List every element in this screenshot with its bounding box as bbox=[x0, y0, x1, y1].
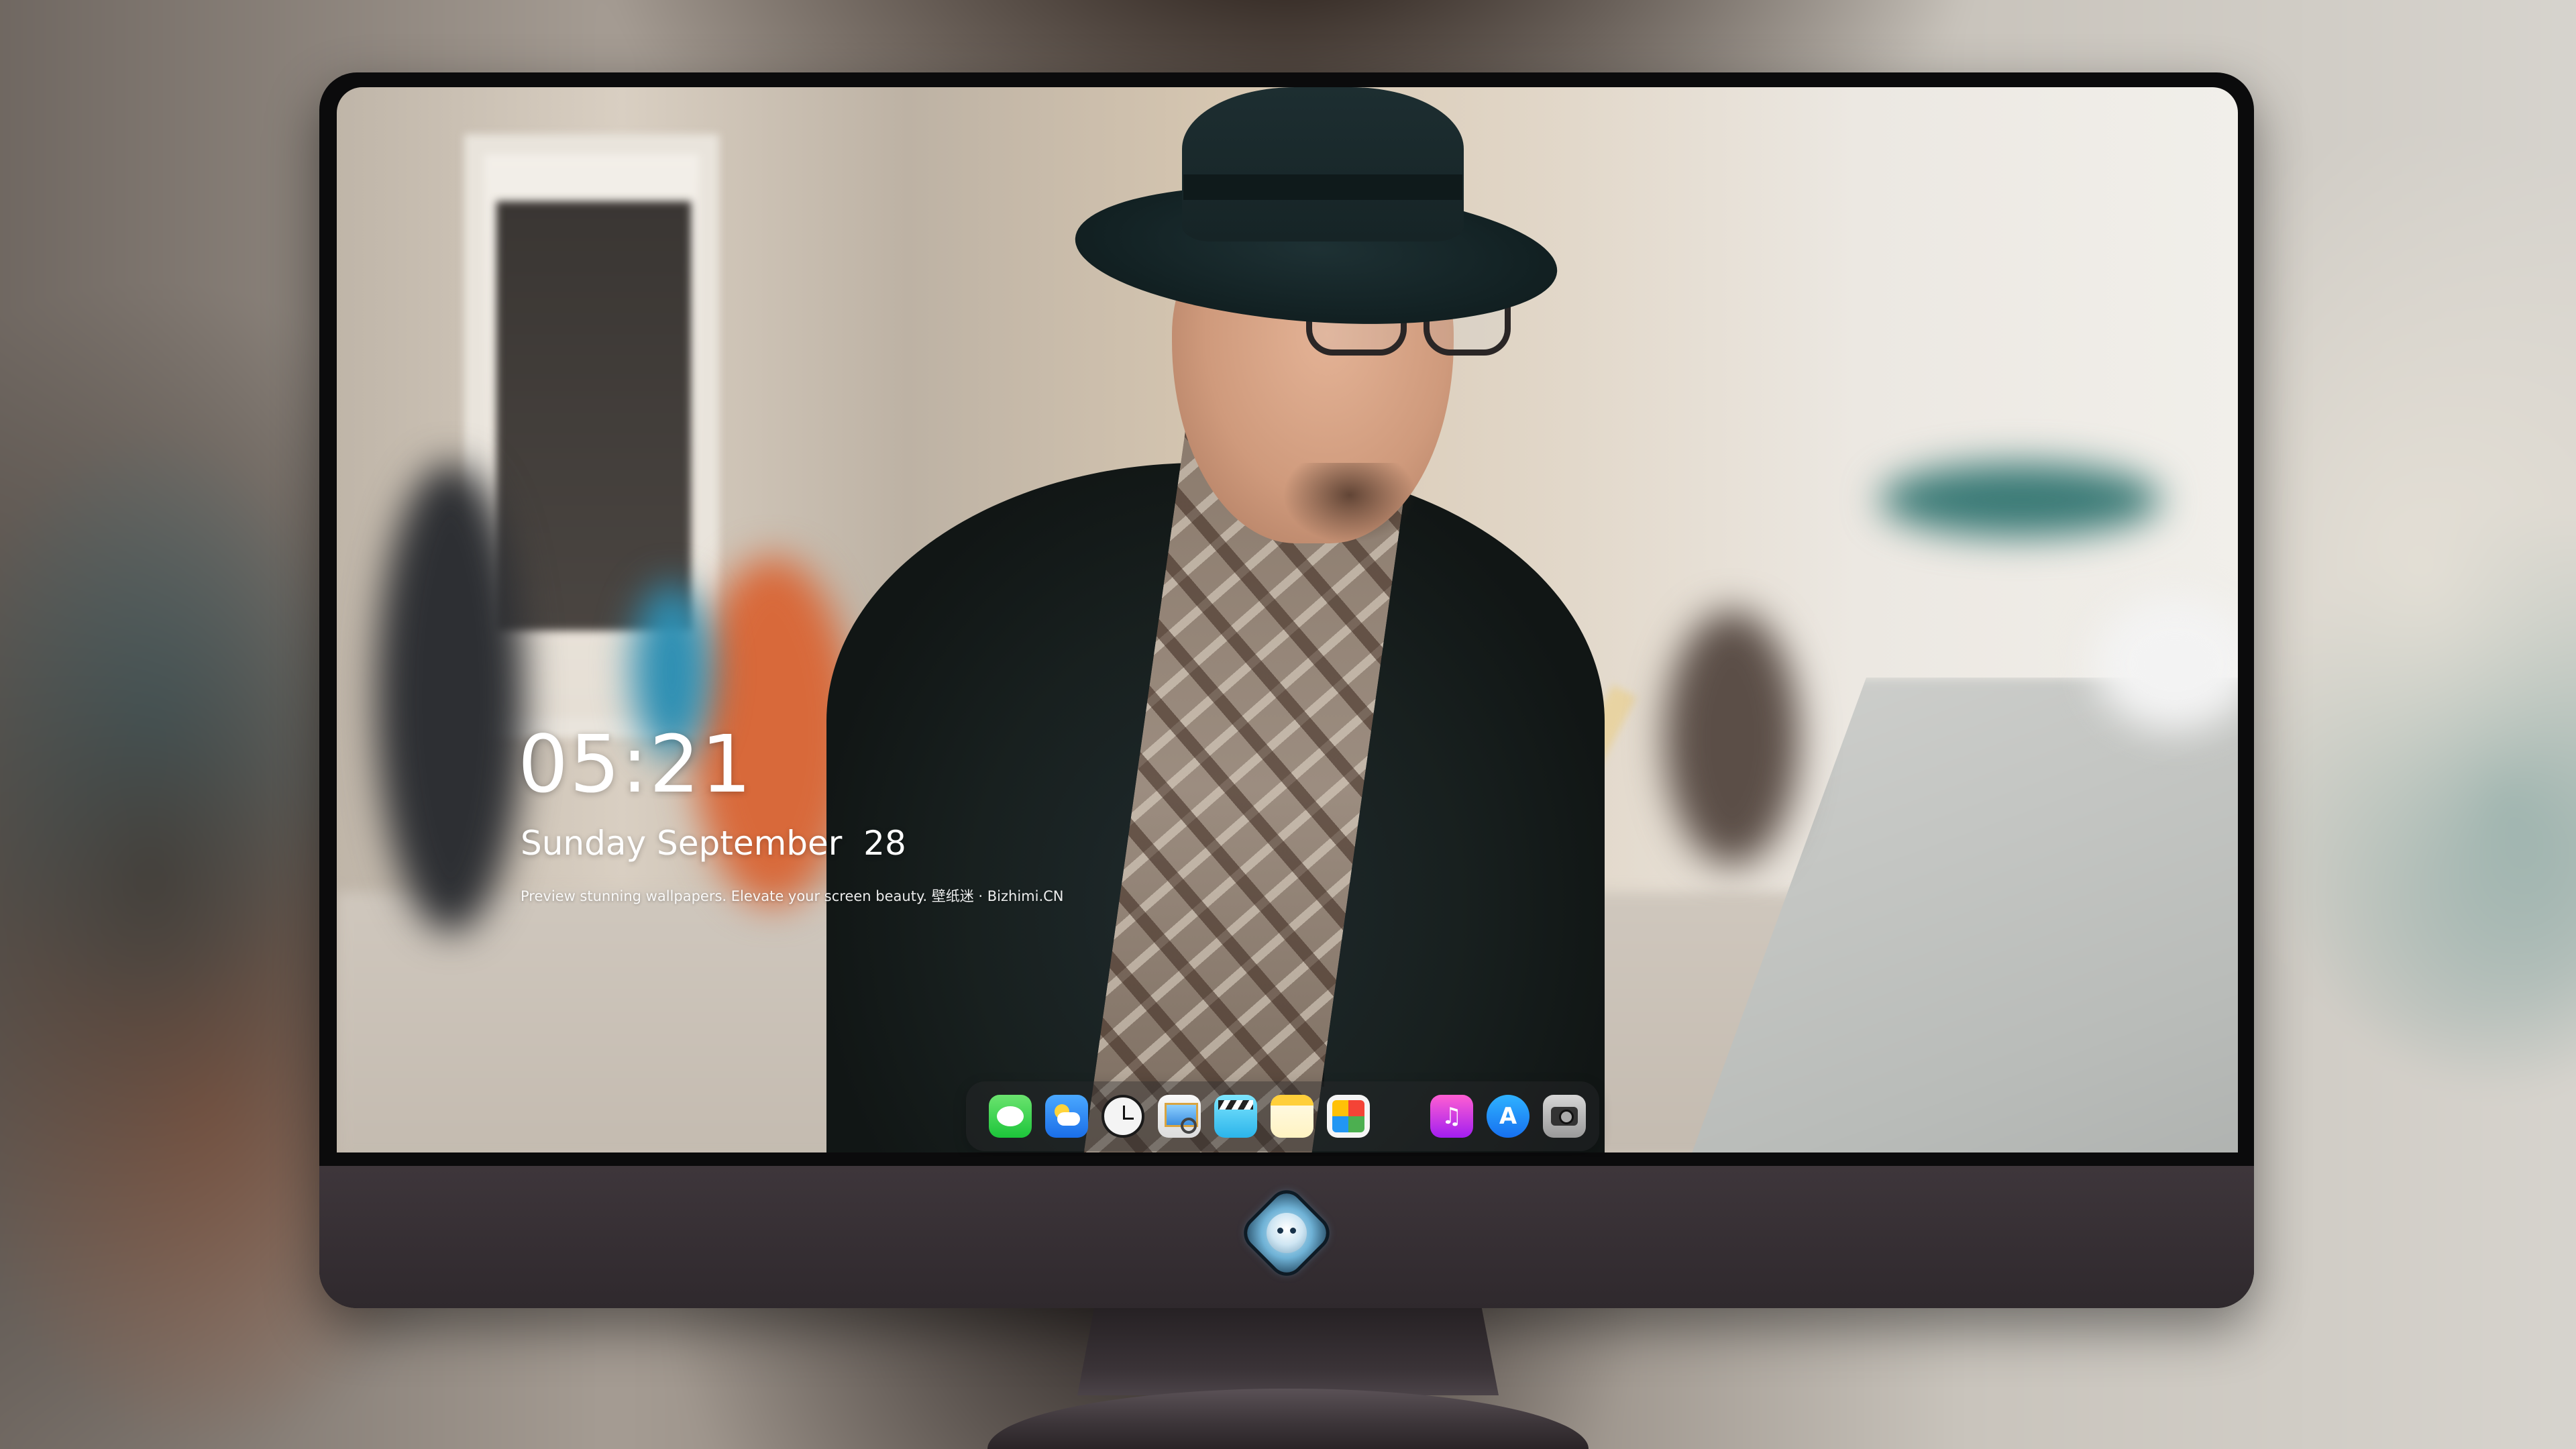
notes-icon[interactable] bbox=[1271, 1095, 1313, 1138]
messages-icon[interactable] bbox=[989, 1095, 1032, 1138]
app-store-icon[interactable]: A bbox=[1487, 1095, 1529, 1138]
wallpaper-beard bbox=[1283, 463, 1417, 543]
wallpaper-hat-crown bbox=[1182, 87, 1464, 241]
clapperboard-icon[interactable] bbox=[1214, 1095, 1257, 1138]
wallpaper-pedestrian-right bbox=[1665, 610, 1799, 865]
weather-icon[interactable] bbox=[1045, 1095, 1088, 1138]
clock-icon[interactable] bbox=[1102, 1095, 1144, 1138]
desktop-screen bbox=[337, 87, 2238, 1152]
wallpaper-hat-band bbox=[1183, 174, 1462, 200]
logo-face bbox=[1267, 1213, 1307, 1253]
music-note-icon[interactable]: ♫ bbox=[1430, 1095, 1473, 1138]
wallpaper-awning-teal bbox=[1880, 463, 2161, 537]
lockscreen-caption: Preview stunning wallpapers. Elevate you… bbox=[521, 888, 1064, 904]
wallpaper-pedestrian-dark bbox=[377, 463, 525, 932]
preview-icon[interactable] bbox=[1158, 1095, 1201, 1138]
lockscreen-clock: 05:21 bbox=[518, 718, 753, 810]
photos-icon[interactable] bbox=[1327, 1095, 1370, 1138]
monitor-stand-neck bbox=[1077, 1308, 1499, 1395]
camera-icon[interactable] bbox=[1543, 1095, 1586, 1138]
lockscreen-date: Sunday September 28 bbox=[521, 824, 906, 863]
app-dock: ♫ A bbox=[966, 1081, 1599, 1151]
wallpaper-storefront-glass bbox=[496, 201, 691, 631]
